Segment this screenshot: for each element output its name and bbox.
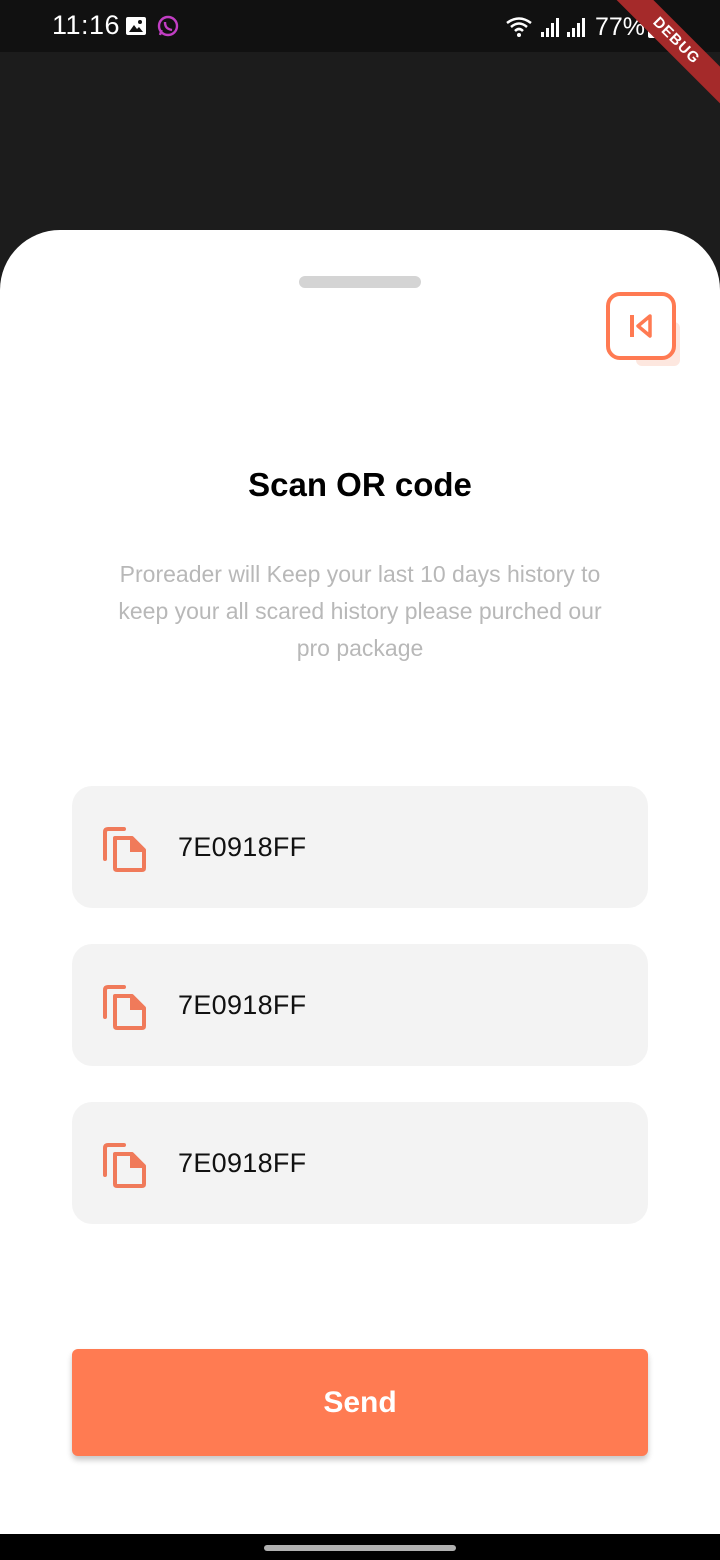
wifi-icon bbox=[506, 17, 532, 37]
code-item[interactable]: 7E0918FF bbox=[72, 944, 648, 1066]
logo-icon bbox=[606, 292, 676, 360]
description-text: Proreader will Keep your last 10 days hi… bbox=[118, 561, 602, 661]
code-item[interactable]: 7E0918FF bbox=[72, 786, 648, 908]
home-indicator[interactable] bbox=[264, 1545, 456, 1551]
code-value: 7E0918FF bbox=[178, 989, 307, 1020]
send-button[interactable]: Send bbox=[72, 1349, 648, 1456]
navigation-bar bbox=[0, 1534, 720, 1560]
copy-icon bbox=[103, 827, 146, 872]
status-bar: 11:16 77% DEBUG bbox=[0, 0, 720, 114]
signal-icon-2 bbox=[566, 18, 585, 37]
bottom-sheet: Scan OR code Proreader will Keep your la… bbox=[0, 230, 720, 1534]
copy-icon bbox=[103, 985, 146, 1030]
signal-icon bbox=[540, 18, 559, 37]
whatsapp-icon bbox=[157, 15, 179, 37]
page-title: Scan OR code bbox=[248, 466, 472, 503]
logo-glyph-icon bbox=[630, 314, 652, 338]
image-icon bbox=[126, 17, 146, 35]
code-value: 7E0918FF bbox=[178, 831, 307, 862]
code-item[interactable]: 7E0918FF bbox=[72, 1102, 648, 1224]
drag-handle[interactable] bbox=[299, 276, 421, 288]
status-time: 11:16 bbox=[52, 10, 121, 40]
code-list: 7E0918FF 7E0918FF 7E0918FF bbox=[72, 786, 648, 1260]
screen: 11:16 77% DEBUG Scan OR code Proreader w… bbox=[0, 0, 720, 1560]
code-value: 7E0918FF bbox=[178, 1147, 307, 1178]
copy-icon bbox=[103, 1143, 146, 1188]
app-logo bbox=[606, 292, 680, 366]
